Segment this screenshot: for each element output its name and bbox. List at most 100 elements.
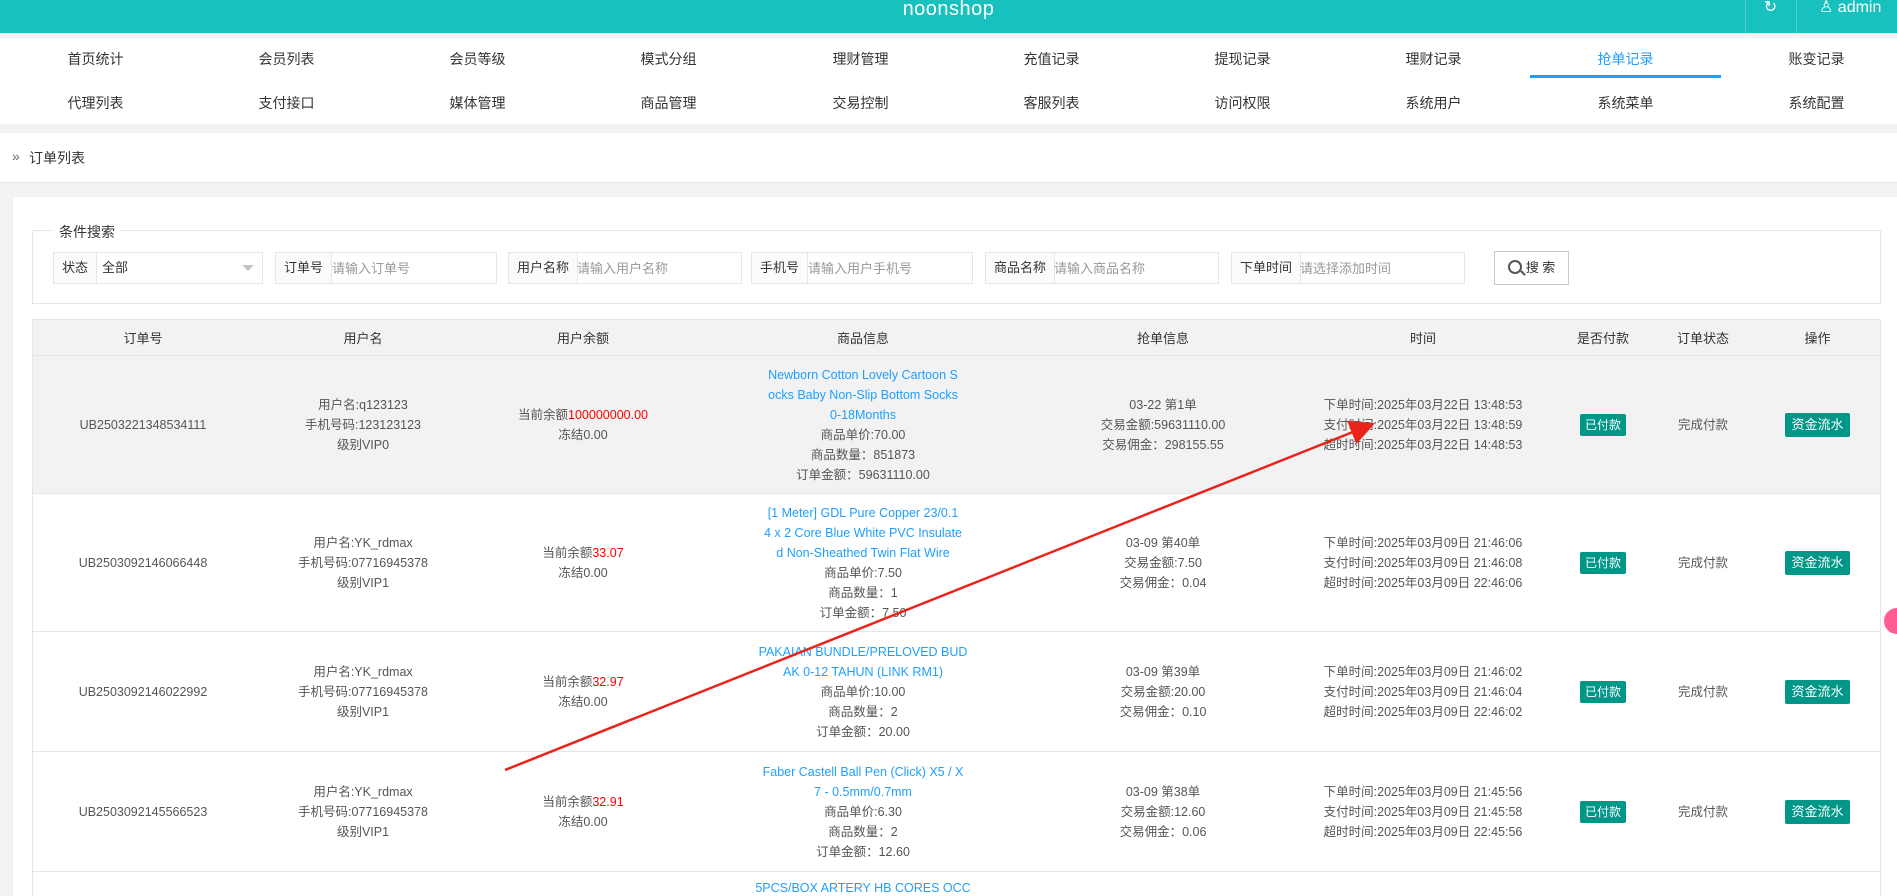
goods-title-link[interactable]: 4 x 2 Core Blue White PVC Insulate: [764, 523, 962, 543]
action-cell: 资金流水: [1753, 356, 1882, 493]
time-info: 下单时间:2025年03月09日 21:46:02: [1323, 664, 1523, 679]
admin-menu[interactable]: ♙ admin: [1796, 0, 1897, 33]
status-select[interactable]: 状态 全部: [53, 252, 263, 284]
balance-line: 当前余额32.97: [542, 672, 623, 692]
column-header: 用户余额: [556, 331, 609, 346]
fund-flow-button[interactable]: 资金流水: [1785, 799, 1850, 824]
paid-badge: 已付款: [1579, 680, 1626, 703]
balance-cell: 当前余额100000000.00 冻结0.00: [473, 356, 693, 493]
order-status: 完成付款: [1677, 684, 1728, 699]
status-label: 状态: [54, 253, 98, 283]
time-info: 支付时间:2025年03月22日 13:48:59: [1323, 417, 1523, 432]
grab-info: 03-22 第1单: [1129, 397, 1197, 412]
grab-cell: 03-09 第39单 交易金额:20.00 交易佣金：0.10: [1033, 632, 1293, 751]
user-line: 级别VIP1: [336, 575, 390, 590]
table-row: UB2503092146066448 用户名:YK_rdmax 手机号码:07716…: [32, 494, 1881, 632]
order-field: 订单号: [275, 252, 497, 284]
nav-item-2-1[interactable]: 代理列表: [0, 82, 191, 124]
goods-title-link[interactable]: PAKAIAN BUNDLE/PRELOVED BUD: [759, 642, 968, 662]
grab-info: 03-09 第40单: [1125, 535, 1201, 550]
goods-title-link[interactable]: [1 Meter] GDL Pure Copper 23/0.1: [768, 503, 959, 523]
column-header: 是否付款: [1576, 331, 1629, 346]
time-cell: 下单时间:2025年03月09日 21:46:02 支付时间:2025年03月09…: [1293, 632, 1553, 751]
fund-flow-button[interactable]: 资金流水: [1785, 550, 1850, 575]
goods-label: 商品名称: [986, 253, 1056, 283]
time-input[interactable]: [1300, 253, 1460, 283]
goods-cell: Newborn Cotton Lovely Cartoon Socks Baby…: [693, 356, 1033, 493]
user-cell: 用户名:YK_rdmax 手机号码:07716945378 级别VIP1: [253, 752, 473, 871]
nav-item-2-5[interactable]: 交易控制: [765, 82, 956, 124]
goods-title-link[interactable]: Faber Castell Ball Pen (Click) X5 / X: [763, 762, 964, 782]
column-header: 用户名: [343, 331, 383, 346]
time-info: 支付时间:2025年03月09日 21:45:58: [1323, 804, 1523, 819]
nav-item-1-3[interactable]: 会员等级: [382, 38, 573, 80]
user-cell: 用户名:YK_rdmax 手机号码:07716945378 级别VIP1: [253, 632, 473, 751]
paid-cell: 已付款: [1553, 356, 1653, 493]
order-no-cell: UB2503092146066448: [33, 494, 253, 631]
grab-cell: 03-22 第1单 交易金额:59631110.00 交易佣金：298155.55: [1033, 356, 1293, 493]
order-no: UB2503092146066448: [78, 555, 208, 570]
goods-title-link[interactable]: 0-18Months: [830, 405, 896, 425]
breadcrumb: » 订单列表: [0, 133, 1897, 183]
balance-line: 当前余额100000000.00: [518, 405, 648, 425]
user-line: 用户名:YK_rdmax: [313, 664, 413, 679]
goods-title-link[interactable]: ocks Baby Non-Slip Bottom Socks: [768, 385, 958, 405]
nav-item-1-8[interactable]: 理财记录: [1338, 38, 1529, 80]
balance-cell: 当前余额32.91 冻结0.00: [473, 752, 693, 871]
nav-item-2-9[interactable]: 系统菜单: [1530, 82, 1721, 124]
goods-info: 商品单价:7.50: [824, 565, 902, 580]
time-label: 下单时间: [1232, 253, 1302, 283]
top-bar: noonshop ↻ ♙ admin: [0, 0, 1897, 33]
nav-item-1-6[interactable]: 充值记录: [956, 38, 1147, 80]
table-row: UB2503092145566523 用户名:YK_rdmax 手机号码:07716…: [32, 752, 1881, 872]
nav-item-1-5[interactable]: 理财管理: [765, 38, 956, 80]
order-no-cell: UB2503221348534111: [33, 356, 253, 493]
frozen-amount: 冻结0.00: [558, 694, 608, 709]
user-line: 用户名:YK_rdmax: [313, 784, 413, 799]
refresh-icon[interactable]: ↻: [1745, 0, 1795, 33]
order-no-cell: UB2503092145566523: [33, 752, 253, 871]
goods-title-link[interactable]: Newborn Cotton Lovely Cartoon S: [768, 365, 958, 385]
balance-value: 100000000.00: [568, 407, 648, 422]
order-input[interactable]: [332, 253, 492, 283]
brand-title: noonshop: [902, 0, 995, 20]
goods-info: 商品数量：1: [828, 585, 898, 600]
balance-value: 32.97: [592, 674, 624, 689]
nav-item-2-3[interactable]: 媒体管理: [382, 82, 573, 124]
nav-item-1-2[interactable]: 会员列表: [191, 38, 382, 80]
paid-cell: 已付款: [1553, 632, 1653, 751]
time-info: 超时时间:2025年03月22日 14:48:53: [1323, 437, 1523, 452]
user-line: 级别VIP1: [336, 704, 390, 719]
paid-badge: 已付款: [1579, 413, 1626, 436]
time-field: 下单时间: [1231, 252, 1465, 284]
phone-field: 手机号: [751, 252, 973, 284]
status-cell: 完成付款: [1653, 494, 1753, 631]
nav-item-1-7[interactable]: 提现记录: [1147, 38, 1338, 80]
status-cell: 完成付款: [1653, 632, 1753, 751]
nav-item-2-4[interactable]: 商品管理: [573, 82, 764, 124]
nav-item-2-8[interactable]: 系统用户: [1338, 82, 1529, 124]
time-info: 超时时间:2025年03月09日 22:46:02: [1323, 704, 1523, 719]
fund-flow-button[interactable]: 资金流水: [1785, 679, 1850, 704]
admin-label: admin: [1837, 0, 1882, 16]
nav-item-1-10[interactable]: 账变记录: [1721, 38, 1897, 80]
goods-input[interactable]: [1054, 253, 1214, 283]
nav-item-2-2[interactable]: 支付接口: [191, 82, 382, 124]
grab-cell: 03-09 第40单 交易金额:7.50 交易佣金：0.04: [1033, 494, 1293, 631]
phone-input[interactable]: [808, 253, 968, 283]
time-info: 下单时间:2025年03月09日 21:45:56: [1323, 784, 1523, 799]
nav-item-1-9[interactable]: 抢单记录: [1530, 38, 1721, 80]
fund-flow-button[interactable]: 资金流水: [1785, 412, 1850, 437]
search-button[interactable]: 搜 索: [1494, 251, 1569, 285]
nav-item-1-1[interactable]: 首页统计: [0, 38, 191, 80]
nav-item-2-10[interactable]: 系统配置: [1721, 82, 1897, 124]
goods-title-link[interactable]: 5PCS/BOX ARTERY HB CORES OCC: [755, 878, 970, 896]
order-no: UB2503221348534111: [79, 417, 207, 432]
goods-title-link[interactable]: AK 0-12 TAHUN (LINK RM1): [783, 662, 943, 682]
goods-title-link[interactable]: d Non-Sheathed Twin Flat Wire: [776, 543, 949, 563]
goods-title-link[interactable]: 7 - 0.5mm/0.7mm: [814, 782, 912, 802]
nav-item-1-4[interactable]: 模式分组: [573, 38, 764, 80]
user-input[interactable]: [577, 253, 737, 283]
nav-item-2-6[interactable]: 客服列表: [956, 82, 1147, 124]
nav-item-2-7[interactable]: 访问权限: [1147, 82, 1338, 124]
